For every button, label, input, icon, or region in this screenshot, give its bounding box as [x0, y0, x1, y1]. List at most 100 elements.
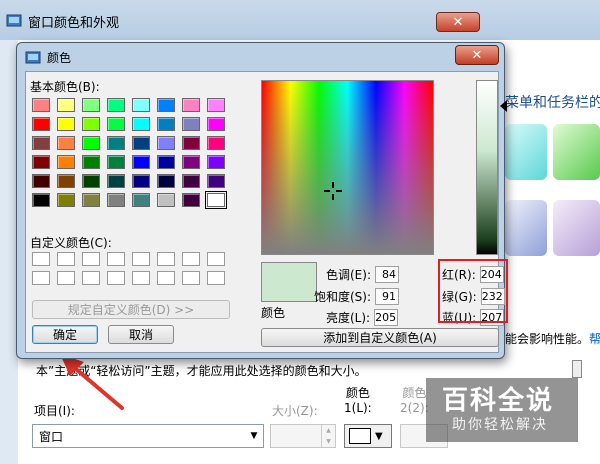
basic-color-swatch[interactable] — [207, 117, 225, 131]
basic-color-swatch[interactable] — [107, 98, 125, 112]
luminance-label: 亮度(L): — [326, 311, 371, 325]
item-dropdown-value: 窗口 — [39, 429, 64, 444]
basic-color-swatch[interactable] — [157, 98, 175, 112]
basic-color-swatch[interactable] — [82, 155, 100, 169]
basic-color-swatch[interactable] — [82, 117, 100, 131]
basic-color-swatch[interactable] — [107, 136, 125, 150]
custom-color-swatch[interactable] — [207, 252, 225, 266]
custom-color-swatch[interactable] — [57, 271, 75, 285]
dialog-title: 颜色 — [47, 51, 72, 65]
basic-color-swatch[interactable] — [107, 174, 125, 188]
dialog-app-icon — [25, 51, 41, 63]
basic-color-swatch[interactable] — [32, 193, 50, 207]
basic-color-swatch[interactable] — [182, 155, 200, 169]
dialog-body: 基本颜色(B): 自定义颜色(C): 规定自定义颜色(D) >> 确定 取消 颜… — [25, 71, 508, 353]
color-tile-teal[interactable] — [505, 124, 547, 180]
custom-color-swatch[interactable] — [132, 271, 150, 285]
basic-color-swatch[interactable] — [182, 136, 200, 150]
watermark-subtitle: 助你轻松解决 — [452, 417, 548, 433]
basic-color-swatch[interactable] — [132, 155, 150, 169]
luminance-bar[interactable] — [476, 80, 498, 255]
color-tile-purple[interactable] — [553, 200, 600, 256]
luminance-arrow-icon[interactable] — [500, 100, 507, 112]
basic-color-swatch[interactable] — [132, 193, 150, 207]
basic-color-swatch[interactable] — [32, 136, 50, 150]
crosshair-icon — [324, 182, 342, 200]
basic-color-swatch[interactable] — [205, 191, 227, 209]
basic-color-swatch[interactable] — [107, 155, 125, 169]
basic-color-swatch[interactable] — [57, 193, 75, 207]
basic-color-swatch[interactable] — [182, 98, 200, 112]
custom-color-swatch[interactable] — [82, 252, 100, 266]
add-to-custom-colors-button[interactable]: 添加到自定义颜色(A) — [261, 328, 499, 347]
hue-input[interactable]: 84 — [375, 266, 399, 283]
color-tile-green[interactable] — [553, 124, 600, 180]
item-dropdown[interactable]: 窗口 ▼ — [32, 424, 264, 448]
basic-color-swatch[interactable] — [207, 155, 225, 169]
custom-color-swatch[interactable] — [182, 252, 200, 266]
basic-color-swatch[interactable] — [57, 117, 75, 131]
basic-color-swatch[interactable] — [82, 174, 100, 188]
taskbar-color-text: 菜单和任务栏的 — [505, 95, 600, 111]
basic-color-swatch[interactable] — [32, 174, 50, 188]
basic-color-swatch[interactable] — [207, 98, 225, 112]
custom-color-swatch[interactable] — [157, 271, 175, 285]
define-custom-colors-button[interactable]: 规定自定义颜色(D) >> — [32, 300, 230, 319]
custom-color-swatch[interactable] — [57, 252, 75, 266]
custom-color-swatch[interactable] — [32, 271, 50, 285]
basic-color-swatch[interactable] — [157, 193, 175, 207]
basic-color-swatch[interactable] — [207, 174, 225, 188]
color1-picker-button[interactable]: ▼ — [344, 424, 392, 448]
watermark-title: 百科全说 — [442, 386, 555, 416]
size-spinbox[interactable]: ▲ ▼ — [270, 424, 336, 448]
basic-color-swatch[interactable] — [107, 193, 125, 207]
luminance-input[interactable]: 205 — [374, 309, 399, 326]
basic-color-swatch[interactable] — [182, 193, 200, 207]
color-preview — [261, 262, 317, 302]
custom-color-swatch[interactable] — [157, 252, 175, 266]
basic-color-swatch[interactable] — [32, 98, 50, 112]
spin-arrows-icon: ▲ ▼ — [321, 425, 335, 447]
basic-color-swatch[interactable] — [132, 174, 150, 188]
basic-color-swatch[interactable] — [182, 117, 200, 131]
ok-button[interactable]: 确定 — [32, 325, 98, 344]
basic-color-swatch[interactable] — [132, 117, 150, 131]
dialog-close-button[interactable]: ✕ — [455, 45, 499, 65]
basic-color-swatch[interactable] — [132, 136, 150, 150]
basic-color-swatch[interactable] — [82, 136, 100, 150]
basic-color-swatch[interactable] — [157, 174, 175, 188]
color2-label-line1: 颜色 — [402, 386, 427, 400]
custom-color-swatch[interactable] — [207, 271, 225, 285]
basic-color-swatch[interactable] — [57, 155, 75, 169]
color-tile-blue[interactable] — [505, 200, 547, 256]
intensity-slider-thumb[interactable] — [572, 360, 582, 378]
custom-color-swatch[interactable] — [82, 271, 100, 285]
color-spectrum[interactable] — [261, 80, 434, 255]
saturation-input[interactable]: 91 — [375, 288, 400, 305]
basic-color-swatch[interactable] — [57, 136, 75, 150]
basic-color-swatch[interactable] — [207, 136, 225, 150]
basic-color-swatch[interactable] — [157, 117, 175, 131]
basic-color-swatch[interactable] — [82, 98, 100, 112]
color1-label-line2: 1(L): — [344, 401, 372, 415]
basic-color-swatch[interactable] — [57, 174, 75, 188]
basic-color-swatch[interactable] — [157, 155, 175, 169]
basic-color-swatch[interactable] — [132, 98, 150, 112]
custom-color-swatch[interactable] — [107, 271, 125, 285]
basic-color-swatch[interactable] — [82, 193, 100, 207]
custom-color-swatch[interactable] — [132, 252, 150, 266]
custom-color-swatch[interactable] — [182, 271, 200, 285]
window-close-button[interactable]: ✕ — [436, 12, 480, 32]
color1-label-line1: 颜色 — [345, 386, 370, 400]
help-link[interactable]: 帮 — [589, 332, 600, 346]
basic-color-swatch[interactable] — [32, 117, 50, 131]
basic-color-swatch[interactable] — [157, 136, 175, 150]
basic-color-swatch[interactable] — [182, 174, 200, 188]
saturation-row: 饱和度(S): 91 — [314, 288, 400, 305]
custom-color-swatch[interactable] — [107, 252, 125, 266]
basic-color-swatch[interactable] — [57, 98, 75, 112]
basic-color-swatch[interactable] — [107, 117, 125, 131]
custom-color-swatch[interactable] — [32, 252, 50, 266]
basic-color-swatch[interactable] — [32, 155, 50, 169]
cancel-button[interactable]: 取消 — [108, 325, 174, 344]
